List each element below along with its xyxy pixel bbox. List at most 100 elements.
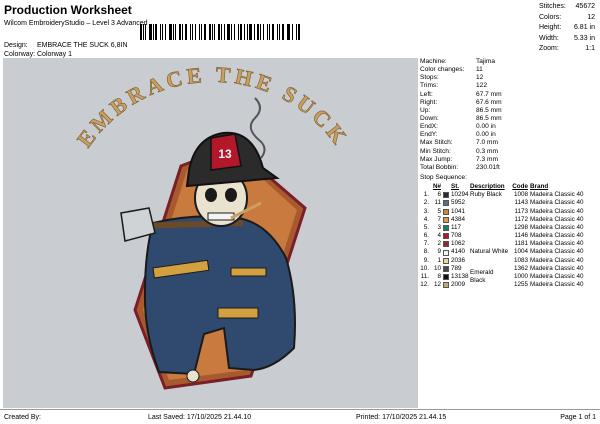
stitch-count: 1041: [451, 207, 466, 215]
property-label: Down:: [420, 114, 439, 122]
stitch-count: 2009: [451, 281, 466, 289]
stat-colors: Colors: 12: [539, 13, 595, 21]
stitch-count: 1062: [451, 240, 466, 248]
stop-index: 8.: [423, 248, 429, 256]
stop-row[interactable]: 11. 8 13138 Emerald Black 1000 Madeira Classi…: [420, 269, 598, 284]
color-swatch: [443, 274, 449, 281]
property-value: 230.01ft: [476, 163, 500, 171]
stop-sequence-header: N# St. Description Code Brand: [420, 183, 598, 191]
skull-teeth: [207, 212, 235, 221]
stop-row[interactable]: 7. 2 1062 1181 Madeira Classic 40: [420, 240, 598, 248]
coat-reflective-stripe: [230, 267, 267, 277]
property-value: 7.0 mm: [476, 139, 498, 147]
property-label: Trims:: [420, 82, 439, 90]
stop-index: 1.: [423, 191, 429, 199]
property-value: Tajima: [476, 58, 496, 65]
printed-date: Printed: 17/10/2025 21.44.15: [356, 414, 447, 421]
stop-index: 11.: [420, 273, 429, 281]
stop-row[interactable]: 9. 1 2036 1083 Madeira Classic 40: [420, 257, 598, 265]
color-swatch: [443, 225, 449, 231]
needle-number: 1: [437, 256, 441, 264]
thread-brand: Madeira Classic 40: [530, 232, 584, 240]
property-row: Left: 67.7 mm: [420, 91, 598, 99]
property-value: 122: [476, 82, 488, 90]
stitch-count: 789: [451, 264, 462, 272]
thread-brand: Madeira Classic 40: [530, 273, 584, 281]
thread-brand: Madeira Classic 40: [530, 264, 584, 272]
needle-number: 2: [437, 240, 441, 248]
property-value: 11: [476, 66, 483, 74]
stat-stitches: Stitches: 45672: [539, 3, 595, 10]
design-label: Design:: [4, 42, 28, 49]
color-swatch: [443, 241, 449, 248]
stop-row[interactable]: 2. 11 5952 1143 Madeira Classic 40: [420, 199, 598, 207]
stitch-count: 10294: [451, 191, 469, 199]
property-value: 0.3 mm: [476, 147, 498, 155]
color-swatch: [443, 265, 449, 272]
coat-reflective-stripe: [217, 307, 259, 319]
stop-index: 5.: [423, 223, 429, 231]
property-value: 67.6 mm: [476, 98, 502, 106]
stitch-count: 5952: [451, 199, 466, 207]
needle-number: 9: [437, 248, 441, 256]
stop-index: 3.: [423, 207, 429, 215]
stat-zoom: Zoom: 1:1: [539, 45, 595, 52]
stat-width: Width: 5.33 in: [539, 34, 595, 42]
thread-description: Natural White: [470, 248, 509, 256]
property-row: Machine: Tajima: [420, 58, 598, 66]
property-row: Max Stitch: 7.0 mm: [420, 139, 598, 147]
design-preview[interactable]: EMBRACE THE SUCK 13: [3, 58, 418, 408]
worksheet-title: Production Worksheet: [4, 3, 132, 17]
property-label: Machine:: [420, 58, 447, 65]
stop-index: 6.: [423, 232, 429, 240]
property-row: Total Bobbin: 230.01ft: [420, 164, 598, 172]
thread-code: 1143: [514, 199, 528, 207]
footer: Created By: Last Saved: 17/10/2025 21.44…: [0, 409, 600, 424]
thread-code: 1008: [513, 191, 528, 199]
needle-number: 11: [434, 199, 441, 207]
barcode: [140, 24, 302, 40]
color-swatch: [443, 233, 449, 240]
stop-row[interactable]: 3. 5 1041 1173 Madeira Classic 40: [420, 208, 598, 216]
thread-brand: Madeira Classic 40: [530, 191, 584, 199]
stop-row[interactable]: 8. 9 4140 Natural White 1004 Madeira Classic …: [420, 248, 598, 256]
stat-height: Height: 6.81 in: [539, 24, 595, 31]
created-by: Created By:: [4, 414, 41, 421]
stop-sequence-title: Stop Sequence:: [420, 173, 467, 181]
thread-code: 1298: [513, 223, 528, 231]
property-value: 86.5 mm: [476, 106, 502, 114]
property-row: Stops: 12: [420, 74, 598, 82]
thread-code: 1173: [514, 207, 528, 215]
stop-row[interactable]: 4. 7 4384 1172 Madeira Classic 40: [420, 216, 598, 224]
header-code: Code: [512, 182, 528, 190]
property-row: EndX: 0.00 in: [420, 123, 598, 131]
thread-brand: Madeira Classic 40: [530, 215, 584, 223]
last-saved: Last Saved: 17/10/2025 21.44.10: [148, 414, 252, 421]
needle-number: 3: [437, 223, 441, 231]
stop-index: 12.: [420, 281, 429, 289]
stop-row[interactable]: 1. 6 10294 Ruby Black 1008 Madeira Classic 40: [420, 191, 598, 199]
stop-row[interactable]: 6. 4 708 1146 Madeira Classic 40: [420, 232, 598, 240]
property-row: Up: 86.5 mm: [420, 107, 598, 115]
property-label: Up:: [420, 106, 431, 114]
needle-number: 4: [437, 232, 441, 240]
property-row: Min Stitch: 0.3 mm: [420, 148, 598, 156]
stitch-count: 13138: [451, 273, 469, 281]
color-swatch: [443, 257, 449, 264]
header-brand: Brand: [530, 182, 549, 190]
thread-brand: Madeira Classic 40: [530, 256, 584, 264]
small-skull-emblem: [186, 369, 200, 383]
stop-index: 7.: [423, 240, 429, 248]
color-swatch: [443, 282, 449, 289]
design-name: EMBRACE THE SUCK 6,8IN: [37, 42, 128, 49]
stop-row[interactable]: 5. 3 117 1298 Madeira Classic 40: [420, 224, 598, 232]
needle-number: 6: [437, 191, 441, 199]
property-row: Trims: 122: [420, 82, 598, 90]
property-label: Max Jump:: [420, 155, 453, 163]
header-description: Description: [470, 182, 505, 190]
thread-brand: Madeira Classic 40: [530, 207, 584, 215]
embroidery-artwork: EMBRACE THE SUCK 13: [72, 61, 350, 390]
header-n: N#: [432, 182, 441, 190]
property-row: Color changes: 11: [420, 66, 598, 74]
property-row: Max Jump: 7.3 mm: [420, 156, 598, 164]
